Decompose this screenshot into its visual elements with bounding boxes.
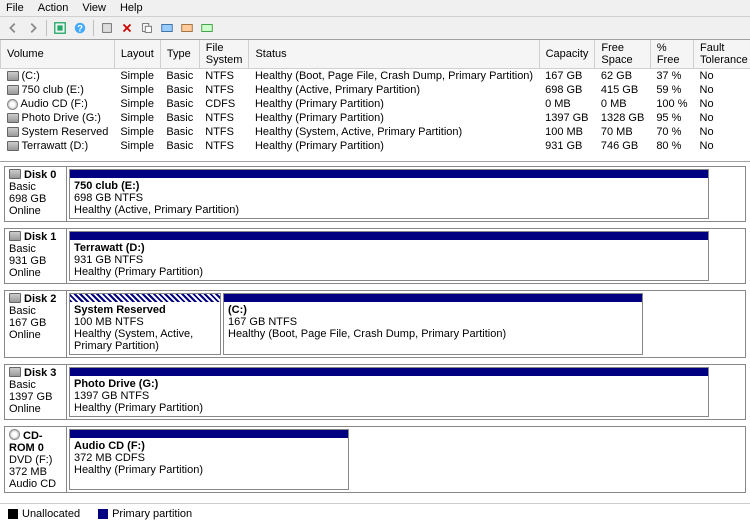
disk-row: Disk 2Basic167 GBOnlineSystem Reserved10… — [4, 290, 746, 358]
disk-icon — [9, 367, 21, 377]
disk-partitions: Terrawatt (D:)931 GB NTFSHealthy (Primar… — [67, 229, 745, 283]
volume-icon — [7, 127, 19, 137]
table-row[interactable]: (C:)SimpleBasicNTFSHealthy (Boot, Page F… — [1, 69, 750, 84]
disk-graphical-view: Disk 0Basic698 GBOnline750 club (E:)698 … — [0, 161, 750, 503]
disk-row: Disk 1Basic931 GBOnlineTerrawatt (D:)931… — [4, 228, 746, 284]
legend-primary: Primary partition — [98, 508, 192, 520]
help-icon[interactable]: ? — [71, 19, 89, 37]
partition-body: System Reserved100 MB NTFSHealthy (Syste… — [70, 302, 220, 354]
action2-icon[interactable] — [178, 19, 196, 37]
disk-partitions: Audio CD (F:)372 MB CDFSHealthy (Primary… — [67, 427, 745, 492]
col-filesystem[interactable]: File System — [199, 40, 249, 69]
back-button[interactable] — [4, 19, 22, 37]
table-header-row: Volume Layout Type File System Status Ca… — [1, 40, 750, 69]
partition-body: (C:)167 GB NTFSHealthy (Boot, Page File,… — [224, 302, 642, 342]
partition-header — [70, 294, 220, 302]
disk-partitions: Photo Drive (G:)1397 GB NTFSHealthy (Pri… — [67, 365, 745, 419]
swatch-primary-icon — [98, 509, 108, 519]
partition[interactable]: 750 club (E:)698 GB NTFSHealthy (Active,… — [69, 169, 709, 219]
svg-text:?: ? — [77, 24, 83, 35]
volume-icon — [7, 141, 19, 151]
cd-icon — [7, 99, 18, 110]
partition[interactable]: Audio CD (F:)372 MB CDFSHealthy (Primary… — [69, 429, 349, 490]
properties-icon[interactable] — [138, 19, 156, 37]
col-type[interactable]: Type — [160, 40, 199, 69]
partition-body: Terrawatt (D:)931 GB NTFSHealthy (Primar… — [70, 240, 708, 280]
table-row[interactable]: Audio CD (F:)SimpleBasicCDFSHealthy (Pri… — [1, 97, 750, 111]
partition-header — [70, 368, 708, 376]
separator — [93, 20, 94, 36]
table-row[interactable]: Photo Drive (G:)SimpleBasicNTFSHealthy (… — [1, 111, 750, 125]
forward-button[interactable] — [24, 19, 42, 37]
col-fault[interactable]: Fault Tolerance — [694, 40, 750, 69]
action3-icon[interactable] — [198, 19, 216, 37]
table-row[interactable]: 750 club (E:)SimpleBasicNTFSHealthy (Act… — [1, 83, 750, 97]
menubar: File Action View Help — [0, 0, 750, 17]
disk-info[interactable]: Disk 1Basic931 GBOnline — [5, 229, 67, 283]
disk-partitions: System Reserved100 MB NTFSHealthy (Syste… — [67, 291, 745, 357]
disk-icon — [9, 231, 21, 241]
col-volume[interactable]: Volume — [1, 40, 115, 69]
settings-icon[interactable] — [98, 19, 116, 37]
partition-header — [70, 232, 708, 240]
partition-header — [70, 430, 348, 438]
disk-row: CD-ROM 0DVD (F:)372 MBAudio CDAudio CD (… — [4, 426, 746, 493]
menu-view[interactable]: View — [82, 2, 106, 14]
disk-partitions: 750 club (E:)698 GB NTFSHealthy (Active,… — [67, 167, 745, 221]
menu-file[interactable]: File — [6, 2, 24, 14]
toolbar: ? — [0, 17, 750, 40]
disk-info[interactable]: Disk 2Basic167 GBOnline — [5, 291, 67, 357]
disk-icon — [9, 293, 21, 303]
partition-body: Photo Drive (G:)1397 GB NTFSHealthy (Pri… — [70, 376, 708, 416]
partition-body: Audio CD (F:)372 MB CDFSHealthy (Primary… — [70, 438, 348, 478]
cdrom-icon — [9, 429, 20, 440]
partition[interactable]: System Reserved100 MB NTFSHealthy (Syste… — [69, 293, 221, 355]
table-row[interactable]: System ReservedSimpleBasicNTFSHealthy (S… — [1, 125, 750, 139]
partition-body: 750 club (E:)698 GB NTFSHealthy (Active,… — [70, 178, 708, 218]
col-layout[interactable]: Layout — [114, 40, 160, 69]
partition-header — [224, 294, 642, 302]
col-pctfree[interactable]: % Free — [650, 40, 693, 69]
swatch-unallocated-icon — [8, 509, 18, 519]
separator — [46, 20, 47, 36]
menu-action[interactable]: Action — [38, 2, 69, 14]
volume-icon — [7, 85, 19, 95]
legend-unallocated: Unallocated — [8, 508, 80, 520]
partition[interactable]: Photo Drive (G:)1397 GB NTFSHealthy (Pri… — [69, 367, 709, 417]
disk-info[interactable]: Disk 0Basic698 GBOnline — [5, 167, 67, 221]
disk-row: Disk 3Basic1397 GBOnlinePhoto Drive (G:)… — [4, 364, 746, 420]
menu-help[interactable]: Help — [120, 2, 143, 14]
delete-icon[interactable] — [118, 19, 136, 37]
refresh-button[interactable] — [51, 19, 69, 37]
col-status[interactable]: Status — [249, 40, 539, 69]
disk-info[interactable]: Disk 3Basic1397 GBOnline — [5, 365, 67, 419]
col-freespace[interactable]: Free Space — [595, 40, 650, 69]
disk-row: Disk 0Basic698 GBOnline750 club (E:)698 … — [4, 166, 746, 222]
disk-info[interactable]: CD-ROM 0DVD (F:)372 MBAudio CD — [5, 427, 67, 492]
volume-icon — [7, 113, 19, 123]
legend: Unallocated Primary partition — [0, 503, 750, 524]
table-row[interactable]: Terrawatt (D:)SimpleBasicNTFSHealthy (Pr… — [1, 139, 750, 153]
partition[interactable]: (C:)167 GB NTFSHealthy (Boot, Page File,… — [223, 293, 643, 355]
col-capacity[interactable]: Capacity — [539, 40, 595, 69]
volume-table: Volume Layout Type File System Status Ca… — [0, 40, 750, 153]
action1-icon[interactable] — [158, 19, 176, 37]
partition[interactable]: Terrawatt (D:)931 GB NTFSHealthy (Primar… — [69, 231, 709, 281]
partition-header — [70, 170, 708, 178]
volume-icon — [7, 71, 19, 81]
disk-icon — [9, 169, 21, 179]
